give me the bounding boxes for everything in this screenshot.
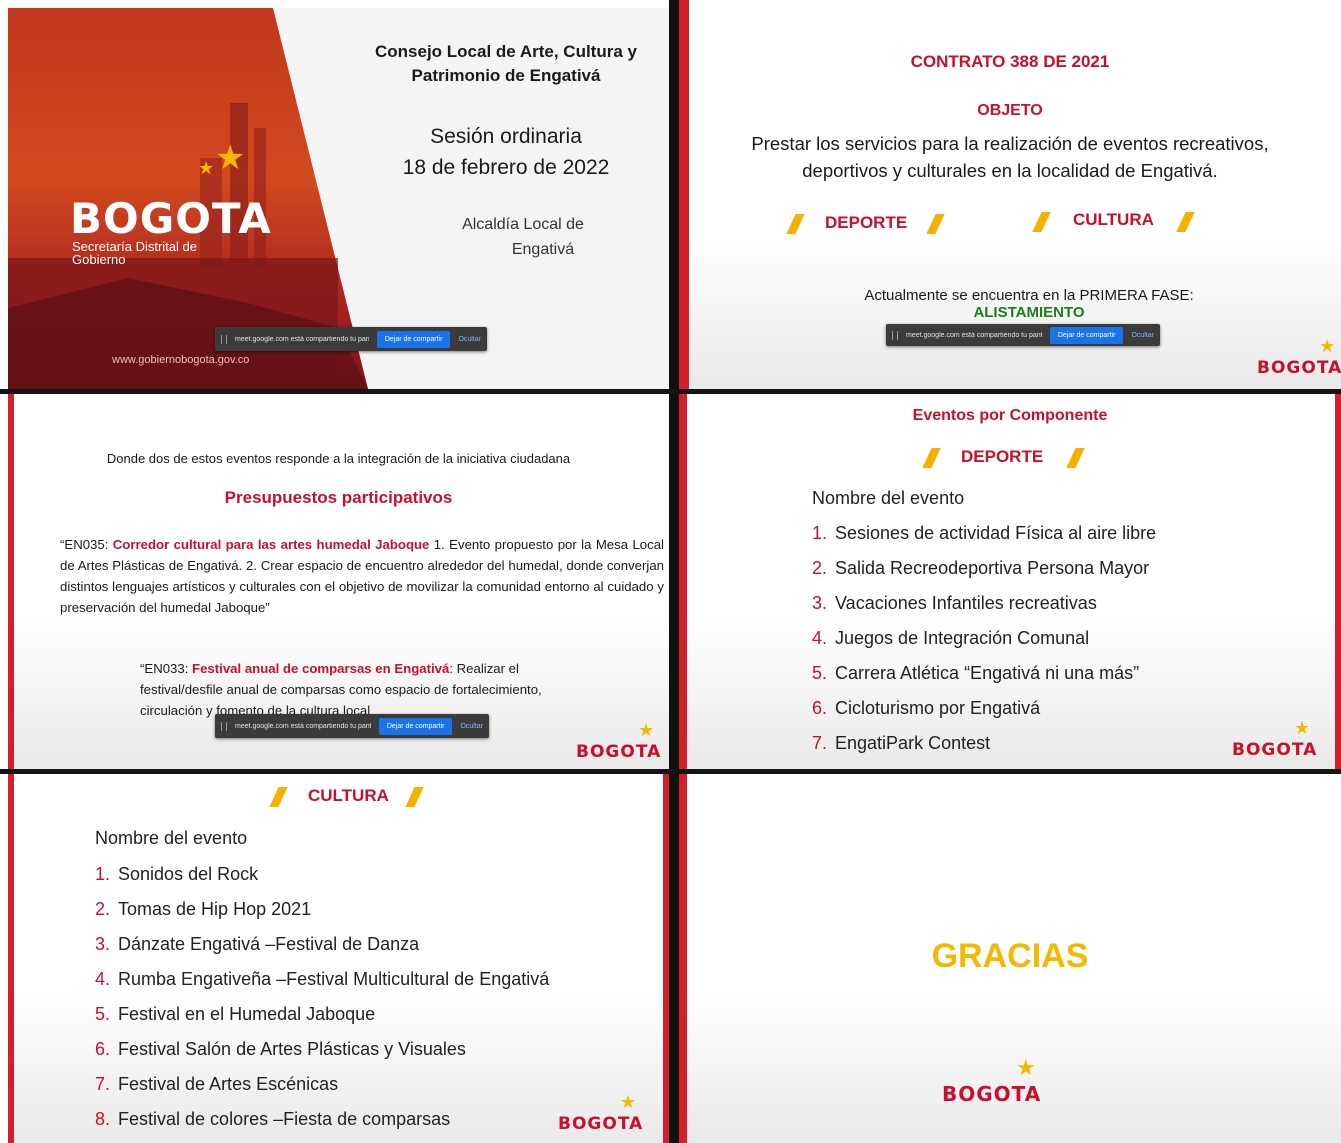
- slide-cultura-events: CULTURA Nombre del evento 1. Sonidos del …: [8, 774, 669, 1143]
- star-icon: ★: [198, 158, 216, 179]
- list-item: 3. Dánzate Engativá –Festival de Danza: [95, 934, 420, 954]
- deporte-header: DEPORTE: [922, 445, 1087, 471]
- bogota-logo: BOGOTA ★: [576, 720, 662, 762]
- list-item: 2. Tomas de Hip Hop 2021: [95, 899, 312, 919]
- list-header: Nombre del evento: [812, 488, 965, 508]
- hide-button[interactable]: Ocultar: [458, 336, 481, 343]
- deporte-label: DEPORTE: [961, 447, 1044, 466]
- component-row: DEPORTE CULTURA: [786, 210, 1211, 238]
- cultura-label: CULTURA: [308, 786, 389, 805]
- hide-button[interactable]: Ocultar: [460, 723, 483, 730]
- slash-icon: [405, 787, 424, 807]
- red-stripe: [8, 774, 14, 1143]
- en033-paragraph: “EN033: Festival anual de comparsas en E…: [140, 661, 542, 718]
- bogota-logo-large: BOGOTA ★ ★: [70, 138, 272, 243]
- slide-title-text: Consejo Local de Arte, Cultura y Patrimo…: [375, 42, 637, 85]
- deporte-event-list: 1. Sesiones de actividad Física al aire l…: [812, 516, 1156, 761]
- session-text: Sesión ordinaria 18 de febrero de 2022: [402, 125, 610, 179]
- star-icon: ★: [620, 1092, 638, 1113]
- drag-handle-icon[interactable]: [892, 330, 898, 340]
- list-item: 5. Festival en el Humedal Jaboque: [95, 1004, 376, 1024]
- slash-icon: [269, 787, 288, 807]
- slash-icon: [1032, 212, 1051, 232]
- red-stripe-right: [1335, 394, 1341, 769]
- slide-gradient: [679, 993, 1341, 1143]
- cultura-event-list: 1. Sonidos del Rock 2. Tomas de Hip Hop 20…: [95, 857, 549, 1137]
- phase-name: ALISTAMIENTO: [973, 304, 1085, 321]
- screen-share-bar: meet.google.com está compartiendo tu pan…: [215, 327, 487, 351]
- slash-icon: [786, 214, 805, 234]
- slash-icon: [1176, 212, 1195, 232]
- contract-title: CONTRATO 388 DE 2021: [910, 52, 1110, 71]
- stop-sharing-button[interactable]: Dejar de compartir: [376, 330, 451, 348]
- list-item: 1. Sesiones de actividad Física al aire l…: [812, 523, 1157, 543]
- slide-budget: Donde dos de estos eventos responde a la…: [8, 394, 669, 769]
- list-item: 7. Festival de Artes Escénicas: [95, 1074, 339, 1094]
- red-stripe: [8, 394, 14, 769]
- star-icon: ★: [1319, 336, 1337, 357]
- drag-handle-icon[interactable]: [221, 334, 227, 344]
- list-item: 8. Festival de colores –Fiesta de compars…: [95, 1109, 451, 1129]
- list-item: 6. Festival Salón de Artes Plásticas y Vi…: [95, 1039, 466, 1059]
- star-icon: ★: [638, 720, 656, 741]
- website-link: www.gobiernobogota.gov.co: [112, 354, 250, 366]
- phase-text: Actualmente se encuentra en la PRIMERA F…: [864, 287, 1194, 304]
- star-icon: ★: [1016, 1056, 1037, 1081]
- cultura-label: CULTURA: [1073, 210, 1154, 229]
- cultura-header: CULTURA: [269, 783, 434, 809]
- slide-thanks: GRACIAS BOGOTA ★: [679, 774, 1341, 1143]
- budget-heading: Presupuestos participativos: [224, 488, 453, 507]
- slide-deporte-events: Eventos por Componente DEPORTE Nombre de…: [679, 394, 1341, 769]
- events-title: Eventos por Componente: [912, 407, 1108, 424]
- screen-share-bar: meet.google.com está compartiendo tu pan…: [215, 714, 489, 738]
- objeto-text: Prestar los servicios para la realizació…: [751, 133, 1269, 181]
- slash-icon: [926, 214, 945, 234]
- list-header: Nombre del evento: [95, 828, 248, 848]
- share-message: meet.google.com está compartiendo tu pan…: [235, 722, 371, 730]
- list-item: 6. Cicloturismo por Engativá: [812, 698, 1041, 718]
- stop-sharing-button[interactable]: Dejar de compartir: [1049, 326, 1124, 344]
- star-icon: ★: [1294, 718, 1312, 739]
- hide-button[interactable]: Ocultar: [1131, 332, 1154, 339]
- thanks-text: GRACIAS: [931, 937, 1089, 975]
- divider: [669, 0, 679, 1143]
- list-item: 5. Carrera Atlética “Engativá ni una más”: [812, 663, 1140, 683]
- star-icon: ★: [215, 138, 247, 178]
- share-message: meet.google.com está compartiendo tu pan…: [235, 335, 369, 343]
- divider: [0, 769, 1341, 774]
- slash-icon: [922, 448, 941, 468]
- screen-share-bar: meet.google.com está compartiendo tu pan…: [886, 324, 1160, 346]
- list-item: 3. Vacaciones Infantiles recreativas: [812, 593, 1097, 613]
- red-stripe: [679, 394, 687, 769]
- intro-text: Donde dos de estos eventos responde a la…: [106, 451, 571, 466]
- list-item: 4. Juegos de Integración Comunal: [812, 628, 1090, 648]
- list-item: 1. Sonidos del Rock: [95, 864, 259, 884]
- deporte-label: DEPORTE: [825, 213, 908, 232]
- bogota-logo: BOGOTA ★: [1232, 718, 1318, 760]
- logo-subtitle: Secretaría Distrital de Gobierno: [72, 239, 197, 267]
- bogota-logo: BOGOTA ★: [1257, 336, 1341, 378]
- list-item: 4. Rumba Engativeña –Festival Multicultur…: [95, 969, 550, 989]
- objeto-label: OBJETO: [977, 102, 1043, 119]
- bogota-logo: BOGOTA ★: [942, 1056, 1042, 1106]
- divider: [0, 389, 1341, 394]
- list-item: 7. EngatiPark Contest: [812, 733, 991, 753]
- bogota-logo: BOGOTA ★: [558, 1092, 644, 1134]
- slash-icon: [1066, 448, 1085, 468]
- slide-title: BOGOTA ★ ★ Secretaría Distrital de Gobie…: [8, 8, 669, 389]
- slide-contract: CONTRATO 388 DE 2021 OBJETO Prestar los …: [679, 0, 1341, 389]
- list-item: 2. Salida Recreodeportiva Persona Mayor: [812, 558, 1150, 578]
- stop-sharing-button[interactable]: Dejar de compartir: [378, 717, 453, 735]
- drag-handle-icon[interactable]: [221, 721, 227, 731]
- share-message: meet.google.com está compartiendo tu pan…: [906, 331, 1042, 339]
- en035-paragraph: “EN035: Corredor cultural para las artes…: [60, 537, 664, 615]
- office-text: Alcaldía Local de Engativá: [462, 216, 584, 258]
